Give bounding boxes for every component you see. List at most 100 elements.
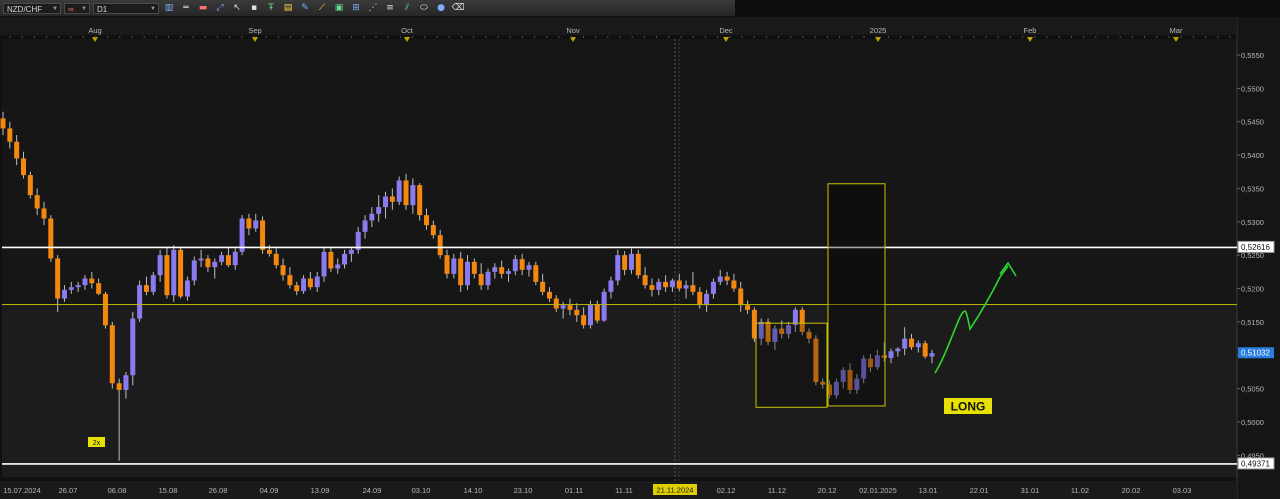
dotted-line-icon[interactable]: ⋰	[366, 2, 380, 14]
candle-body	[676, 280, 682, 289]
candle-body	[499, 267, 505, 274]
candle-body	[314, 276, 320, 288]
trend-line-icon[interactable]: ⊞	[349, 2, 363, 14]
candle-body	[7, 128, 13, 142]
candle-body	[922, 343, 928, 357]
zoom-icon[interactable]: ⤢	[213, 2, 227, 14]
candle-body	[437, 235, 443, 256]
chart-toolbar: NZD/CHF ▼ ∞ ▼ D1 ▼ ▥ ═ ▬ ⤢ ↖ ▪ Ŧ ▤ ✎ ⟋ ▣ ⊞ …	[0, 0, 735, 17]
channel-icon[interactable]: ⫽	[400, 2, 414, 14]
candle-body	[369, 213, 375, 221]
range-box	[755, 322, 828, 408]
candle-body	[137, 285, 143, 319]
pencil-icon[interactable]: ✎	[298, 2, 312, 14]
date-tick-label: 24.09	[363, 486, 382, 495]
candle-body	[738, 288, 744, 306]
candle-body	[321, 251, 327, 277]
price-tick-label: 0,5400	[1241, 151, 1264, 160]
date-tick-label: 15.08	[159, 486, 178, 495]
candle-body	[219, 255, 225, 262]
candle-body	[888, 351, 894, 358]
candle-body	[587, 304, 593, 326]
text-icon[interactable]: Ŧ	[264, 2, 278, 14]
candle-body	[27, 175, 33, 196]
date-tick-label: 11.11	[615, 486, 633, 495]
timeframe-select[interactable]: D1 ▼	[93, 2, 159, 14]
candle-body	[465, 261, 470, 286]
candle-body	[690, 285, 696, 292]
date-tick-label: 13.09	[311, 486, 330, 495]
screenshot-icon[interactable]: ▣	[332, 2, 346, 14]
eraser-icon[interactable]: ⌫	[451, 2, 465, 14]
cursor-icon[interactable]: ↖	[230, 2, 244, 14]
candle-body	[704, 293, 710, 306]
ellipse-icon[interactable]: ⬭	[417, 2, 431, 14]
candle-body	[717, 276, 723, 282]
candle-body	[909, 338, 915, 348]
candle-body	[116, 383, 122, 390]
link-select[interactable]: ∞ ▼	[64, 2, 90, 14]
date-tick-label: 03.10	[412, 486, 431, 495]
candle-body	[622, 255, 628, 270]
candle-body	[519, 259, 525, 270]
candle-body	[184, 280, 190, 297]
gann-icon[interactable]: ⟋	[315, 2, 329, 14]
price-tick-label: 0,5500	[1241, 84, 1264, 93]
candle-body	[546, 291, 552, 299]
candle-body	[724, 276, 730, 281]
fibonacci-icon[interactable]: ≡	[383, 2, 397, 14]
month-label: Nov	[566, 26, 580, 35]
candle-body	[150, 275, 156, 292]
candle-body	[396, 180, 402, 202]
candle-body	[567, 305, 573, 310]
date-tick-label: 14.10	[464, 486, 483, 495]
lower-zone-shade	[2, 304, 1237, 477]
candle-body	[683, 285, 689, 289]
candle-body	[260, 220, 266, 250]
date-tick-label: 04.09	[260, 486, 279, 495]
candle-body	[130, 318, 136, 376]
candle-body	[505, 271, 511, 274]
candle-body	[198, 258, 204, 261]
date-tick-label: 11.02	[1071, 486, 1089, 495]
candle-body	[895, 348, 901, 352]
candle-body	[0, 118, 6, 129]
candle-body	[280, 265, 286, 276]
candle-body	[485, 271, 491, 286]
crosshair-icon[interactable]: ▪	[247, 2, 261, 14]
candle-body	[342, 253, 348, 265]
horizontal-line-icon[interactable]: ═	[179, 2, 193, 14]
candle-body	[608, 280, 614, 292]
candle-body	[731, 280, 737, 289]
candle-body	[157, 255, 163, 276]
candle-body	[82, 278, 88, 286]
sphere-icon[interactable]: ●	[434, 2, 448, 14]
month-axis-bar	[0, 17, 1237, 35]
candle-body	[109, 325, 115, 384]
template-icon[interactable]: ▤	[281, 2, 295, 14]
candle-body	[55, 258, 61, 299]
candle-body	[649, 285, 655, 290]
candle-body	[628, 253, 634, 270]
candle-body	[301, 278, 307, 292]
candle-body	[348, 249, 354, 254]
price-tick-label: 0,5550	[1241, 51, 1264, 60]
candle-body	[581, 315, 587, 326]
date-tick-label: 23.10	[514, 486, 533, 495]
symbol-select[interactable]: NZD/CHF ▼	[3, 2, 61, 14]
price-tick-label: 0,5200	[1241, 285, 1264, 294]
color-bar-icon[interactable]: ▬	[196, 2, 210, 14]
date-tick-label: 31.01	[1021, 486, 1040, 495]
candle-body	[697, 291, 703, 306]
candle-body	[663, 281, 669, 288]
chart-type-icon[interactable]: ▥	[162, 2, 176, 14]
marker-2x-label: 2x	[93, 440, 101, 447]
candle-body	[642, 275, 648, 286]
chevron-down-icon: ▼	[52, 5, 58, 12]
candle-body	[48, 218, 54, 259]
date-tick-label: 26.08	[209, 486, 228, 495]
price-chart[interactable]: Aug Sep Oct Nov Dec 2025 Feb Mar 0,5550 0,5500 0,5…	[0, 17, 1280, 499]
price-tick-label: 0,5350	[1241, 184, 1264, 193]
target-box	[827, 183, 886, 407]
date-tick-label: 11.12	[768, 486, 786, 495]
